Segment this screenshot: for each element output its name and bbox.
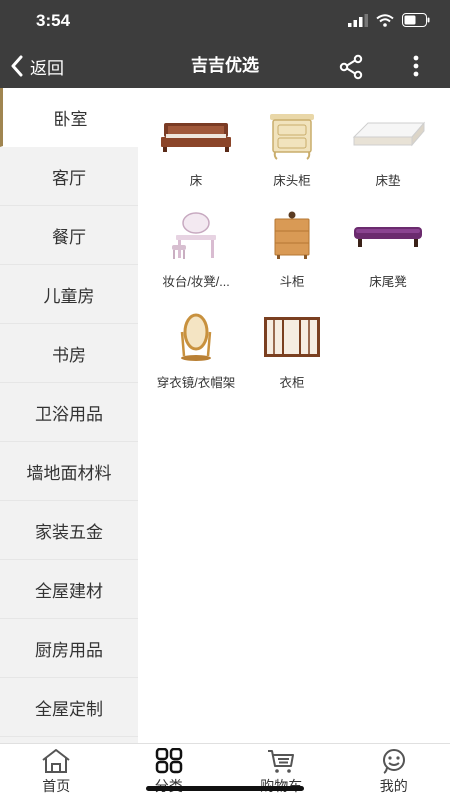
product-label: 穿衣镜/衣帽架 (156, 376, 236, 390)
sidebar-item-kitchen[interactable]: 厨房用品 (0, 619, 138, 678)
product-label: 斗柜 (279, 275, 305, 289)
mattress-image (352, 121, 426, 147)
profile-icon (382, 749, 405, 774)
product-label: 床头柜 (273, 174, 311, 188)
bottom-tab-bar: 首页 分类 购物车 我的 (0, 743, 450, 800)
product-bench[interactable]: 床尾凳 (340, 211, 436, 312)
floor-mirror-image (180, 313, 212, 361)
vanity-table-image (172, 212, 216, 259)
battery-icon (402, 13, 430, 27)
sidebar-item-kids-room[interactable]: 儿童房 (0, 265, 138, 324)
status-time: 3:54 (36, 11, 71, 30)
tab-home[interactable]: 首页 (0, 744, 113, 800)
status-icons (348, 13, 430, 27)
product-floor-mirror[interactable]: 穿衣镜/衣帽架 (148, 312, 244, 413)
sidebar-item-dining-room[interactable]: 餐厅 (0, 206, 138, 265)
sidebar-item-hardware[interactable]: 家装五金 (0, 501, 138, 560)
product-label: 衣柜 (279, 376, 305, 390)
product-vanity[interactable]: 妆台/妆凳/... (148, 211, 244, 312)
back-label: 返回 (30, 58, 64, 78)
signal-icon (348, 13, 368, 27)
product-chest[interactable]: 斗柜 (244, 211, 340, 312)
page-title: 吉吉优选 (191, 56, 259, 75)
product-grid: 床 床头柜 床垫 妆台/妆凳/... 斗柜 床尾凳 穿衣镜/衣帽架 衣柜 (148, 110, 438, 413)
chest-of-drawers-image (274, 211, 310, 259)
tab-category[interactable]: 分类 (113, 744, 226, 800)
nav-bar: 返回 吉吉优选 (0, 44, 450, 88)
product-label: 床尾凳 (369, 275, 407, 289)
product-label: 床 (189, 174, 203, 188)
product-label: 床垫 (375, 174, 401, 188)
share-icon[interactable] (336, 52, 366, 82)
tab-cart[interactable]: 购物车 (225, 744, 338, 800)
tab-label: 我的 (379, 778, 408, 794)
wardrobe-image (264, 317, 320, 357)
sidebar-item-living-room[interactable]: 客厅 (0, 147, 138, 206)
sidebar-item-bathroom[interactable]: 卫浴用品 (0, 383, 138, 442)
home-icon (42, 749, 70, 773)
cart-icon (268, 750, 295, 773)
nightstand-image (270, 114, 314, 160)
sidebar-item-building-materials[interactable]: 全屋建材 (0, 560, 138, 619)
tab-profile[interactable]: 我的 (338, 744, 450, 800)
home-indicator (146, 786, 304, 791)
product-nightstand[interactable]: 床头柜 (244, 110, 340, 211)
bench-image (354, 227, 422, 247)
bed-image (161, 123, 231, 152)
tab-label: 首页 (42, 778, 71, 794)
chevron-left-icon (11, 55, 23, 77)
status-bar: 3:54 (0, 0, 450, 44)
more-icon[interactable] (404, 52, 428, 82)
product-wardrobe[interactable]: 衣柜 (244, 312, 340, 413)
sidebar-item-bedroom[interactable]: 卧室 (0, 88, 138, 147)
product-label: 妆台/妆凳/... (162, 275, 230, 289)
category-sidebar: 卧室 客厅 餐厅 儿童房 书房 卫浴用品 墙地面材料 家装五金 全屋建材 厨房用… (0, 88, 138, 743)
product-bed[interactable]: 床 (148, 110, 244, 211)
sidebar-item-study[interactable]: 书房 (0, 324, 138, 383)
product-grid-panel: 床 床头柜 床垫 妆台/妆凳/... 斗柜 床尾凳 穿衣镜/衣帽架 衣柜 (138, 88, 450, 743)
wifi-icon (376, 13, 394, 27)
sidebar-item-wall-floor[interactable]: 墙地面材料 (0, 442, 138, 501)
sidebar-item-custom[interactable]: 全屋定制 (0, 678, 138, 737)
back-button[interactable]: 返回 (10, 44, 64, 88)
product-mattress[interactable]: 床垫 (340, 110, 436, 211)
category-icon (155, 748, 182, 774)
